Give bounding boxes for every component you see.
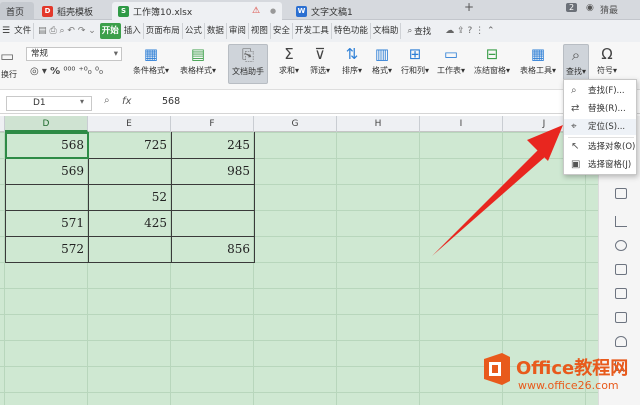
office-logo-icon	[484, 353, 510, 385]
watermark-brand: Office教程网	[516, 358, 629, 379]
annotation-arrow	[432, 125, 563, 256]
watermark-url: www.office26.com	[518, 379, 619, 392]
arrow-shaft	[432, 149, 546, 256]
spreadsheet-app: 首页 D 稻壳模板 S 工作簿10.xlsx ⚠ ● W 文字文稿1 + 2 ◉…	[0, 0, 640, 405]
watermark-logo: Office教程网 www.office26.com	[482, 348, 630, 402]
